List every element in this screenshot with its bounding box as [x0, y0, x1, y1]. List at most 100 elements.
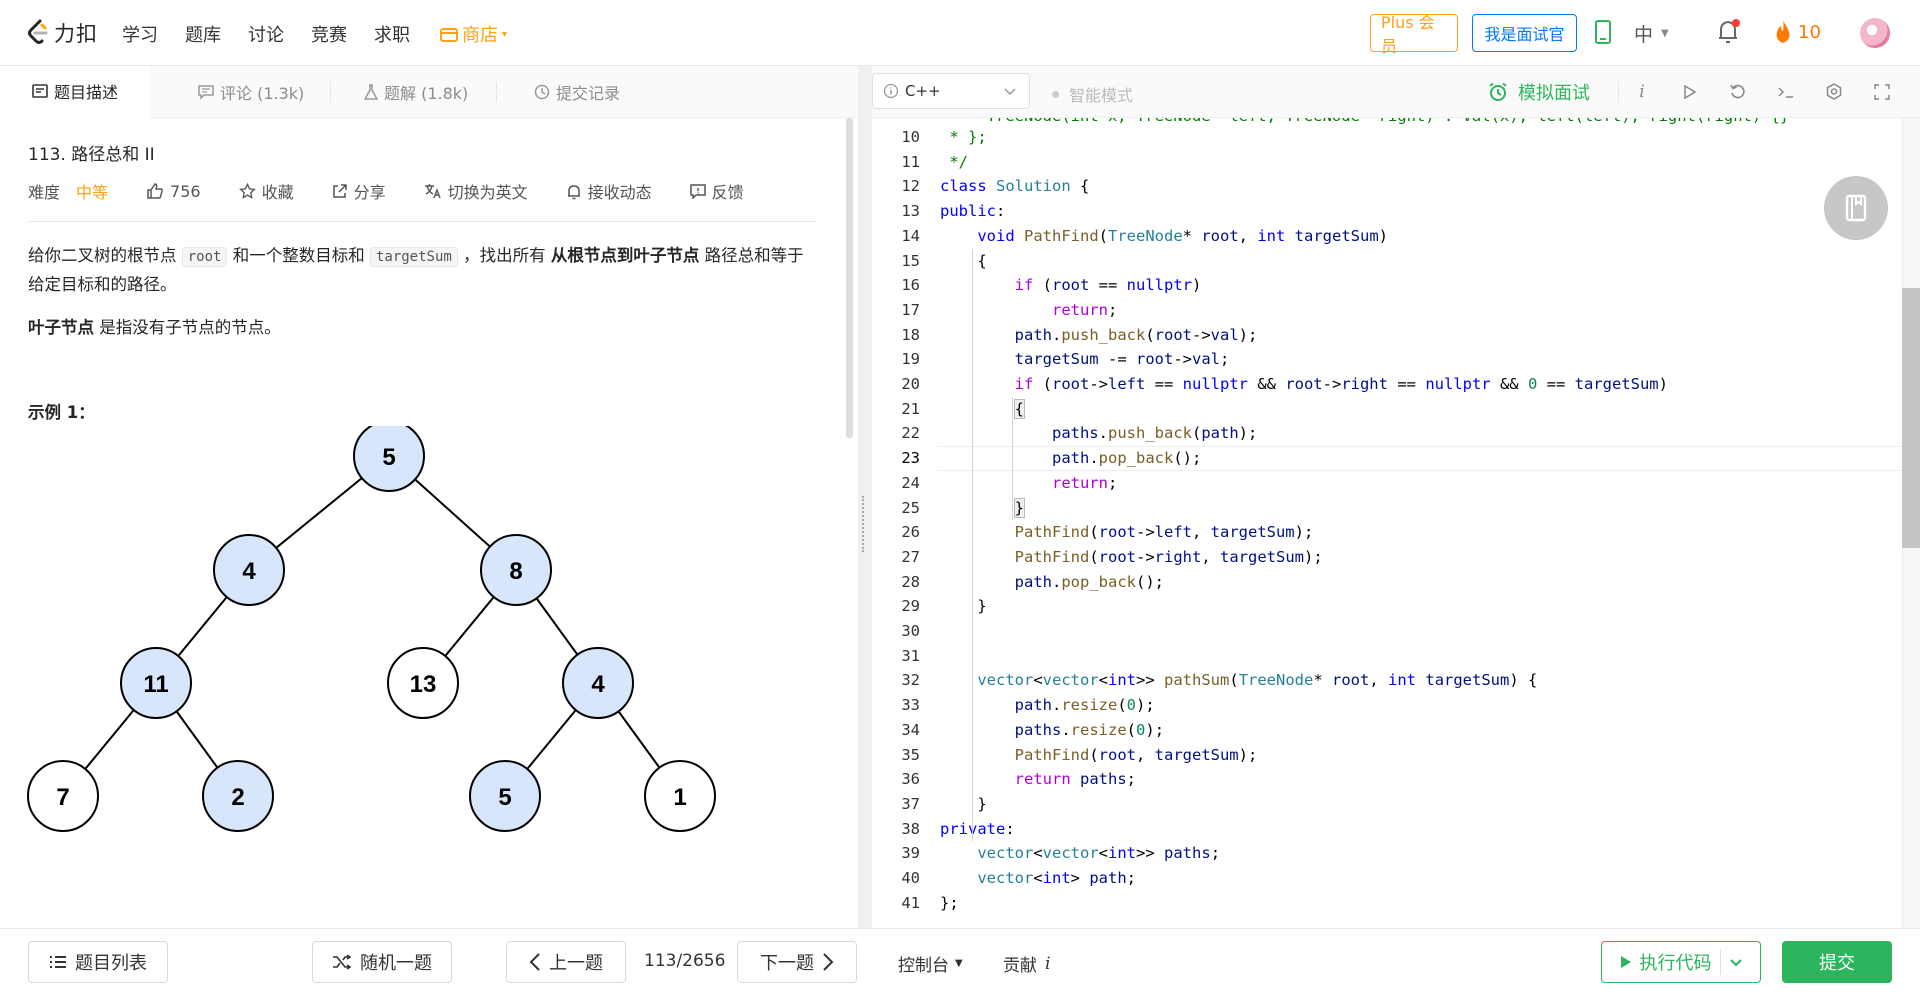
- fullscreen-icon[interactable]: [1870, 80, 1894, 104]
- translate-button[interactable]: 切换为英文: [424, 179, 528, 203]
- code-line[interactable]: return paths;: [940, 767, 1136, 792]
- problem-content: 113. 路径总和 II 难度 中等 756 收藏 分享 切换为英文 接收动态 …: [28, 140, 818, 357]
- play-icon: [1620, 956, 1631, 968]
- scrollbar[interactable]: [846, 118, 853, 438]
- run-code-button[interactable]: 执行代码: [1601, 941, 1761, 983]
- code-line[interactable]: return;: [940, 298, 1117, 323]
- tab-description[interactable]: 题目描述: [0, 66, 150, 118]
- nav-learn[interactable]: 学习: [122, 21, 158, 47]
- submit-button[interactable]: 提交: [1782, 941, 1892, 983]
- like-button[interactable]: 756: [146, 182, 201, 201]
- settings-icon[interactable]: [1822, 80, 1846, 104]
- logo[interactable]: 力扣: [26, 18, 98, 48]
- notebook-fab-button[interactable]: [1824, 176, 1888, 240]
- comment-icon: [198, 85, 214, 100]
- nav-shop[interactable]: 商店 ▾: [440, 21, 507, 47]
- console-toggle[interactable]: 控制台 ▼: [898, 951, 963, 976]
- tree-node: 5: [353, 426, 425, 492]
- problem-list-button[interactable]: 题目列表: [28, 941, 168, 983]
- code-line[interactable]: vector<vector<int>> pathSum(TreeNode* ro…: [940, 668, 1537, 693]
- line-number: 41: [901, 893, 920, 912]
- code-line[interactable]: }: [940, 792, 986, 817]
- favorite-button[interactable]: 收藏: [238, 179, 294, 203]
- nav-contest[interactable]: 竞赛: [311, 21, 347, 47]
- tree-node: 13: [387, 647, 459, 719]
- share-button[interactable]: 分享: [332, 179, 386, 203]
- code-line[interactable]: path.pop_back();: [940, 570, 1164, 595]
- smart-mode-toggle[interactable]: 智能模式: [1052, 82, 1133, 106]
- desc-text: 给你二叉树的根节点: [28, 246, 182, 265]
- tab-solutions[interactable]: 题解 (1.8k): [364, 66, 468, 118]
- interviewer-button[interactable]: 我是面试官: [1472, 14, 1577, 52]
- tree-node-label: 5: [382, 444, 395, 471]
- random-problem-button[interactable]: 随机一题: [312, 941, 452, 983]
- line-number: 20: [901, 375, 920, 393]
- code-line[interactable]: };: [940, 891, 959, 916]
- nav-jobs[interactable]: 求职: [374, 21, 410, 47]
- code-line[interactable]: * };: [940, 125, 986, 150]
- mock-interview-button[interactable]: 模拟面试: [1488, 79, 1590, 105]
- code-line[interactable]: class Solution {: [940, 174, 1089, 199]
- desc-text: 是指没有子节点的节点。: [94, 318, 281, 337]
- code-line[interactable]: if (root->left == nullptr && root->right…: [940, 372, 1668, 397]
- code-line[interactable]: path.push_back(root->val);: [940, 323, 1258, 348]
- next-problem-button[interactable]: 下一题: [737, 941, 857, 983]
- status-dot: [1052, 90, 1059, 98]
- prev-problem-button[interactable]: 上一题: [506, 941, 626, 983]
- language-toggle[interactable]: 中 ▼: [1634, 20, 1669, 47]
- code-line[interactable]: path.pop_back();: [940, 446, 1201, 471]
- info-italic-icon[interactable]: i: [1630, 80, 1654, 104]
- bell-icon: [567, 184, 580, 199]
- feedback-button[interactable]: 反馈: [689, 179, 744, 203]
- code-line[interactable]: vector<int> path;: [940, 866, 1136, 891]
- play-outline-icon[interactable]: [1678, 80, 1702, 104]
- problem-page-indicator: 113/2656: [644, 951, 726, 971]
- subscribe-button[interactable]: 接收动态: [566, 179, 652, 203]
- streak-counter[interactable]: 10: [1774, 20, 1821, 44]
- nav-problemset[interactable]: 题库: [185, 21, 221, 47]
- contribute-button[interactable]: 贡献 i: [1003, 951, 1050, 977]
- code-line[interactable]: {: [940, 249, 986, 274]
- fire-icon: [1776, 21, 1790, 43]
- mobile-app-icon[interactable]: [1594, 20, 1612, 44]
- code-editor[interactable]: TreeNode(int x, TreeNode *left, TreeNode…: [872, 118, 1920, 928]
- code-line[interactable]: paths.push_back(path);: [940, 421, 1257, 446]
- code-line[interactable]: */: [940, 150, 968, 175]
- code-line[interactable]: public:: [940, 199, 1005, 224]
- code-line[interactable]: paths.resize(0);: [940, 718, 1164, 743]
- code-line[interactable]: PathFind(root->right, targetSum);: [940, 545, 1323, 570]
- terminal-icon[interactable]: [1774, 80, 1798, 104]
- tab-comments[interactable]: 评论 (1.3k): [198, 66, 304, 118]
- line-number: 17: [901, 300, 920, 319]
- reset-icon[interactable]: [1726, 80, 1750, 104]
- panel-resizer[interactable]: [858, 66, 872, 928]
- tree-node-label: 2: [231, 784, 244, 811]
- code-line[interactable]: PathFind(root, targetSum);: [940, 743, 1258, 768]
- code-line[interactable]: void PathFind(TreeNode* root, int target…: [940, 224, 1388, 249]
- notification-bell-icon[interactable]: [1716, 18, 1742, 46]
- code-line[interactable]: if (root == nullptr): [940, 273, 1202, 298]
- feedback-label: 反馈: [711, 183, 744, 202]
- code-line[interactable]: vector<vector<int>> paths;: [940, 841, 1220, 866]
- code-line[interactable]: PathFind(root->left, targetSum);: [940, 520, 1314, 545]
- scrollbar-thumb[interactable]: [1902, 288, 1920, 548]
- line-number: 18: [901, 325, 920, 344]
- nav-discuss[interactable]: 讨论: [248, 21, 284, 47]
- tree-node: 7: [27, 760, 99, 832]
- code-line[interactable]: targetSum -= root->val;: [940, 347, 1230, 372]
- leetcode-logo-icon: [28, 19, 48, 44]
- language-select[interactable]: C++: [872, 73, 1030, 109]
- desc-bold: 叶子节点: [28, 318, 94, 337]
- tree-node: 2: [202, 760, 274, 832]
- chevron-down-icon[interactable]: [1729, 955, 1743, 969]
- line-number: 34: [901, 720, 920, 739]
- user-avatar[interactable]: [1860, 18, 1890, 48]
- code-line[interactable]: private:: [940, 817, 1015, 842]
- chevron-down-icon: [1004, 88, 1016, 96]
- code-line[interactable]: return;: [940, 471, 1117, 496]
- plus-membership-button[interactable]: Plus 会员: [1370, 13, 1458, 56]
- tab-submissions[interactable]: 提交记录: [534, 66, 620, 118]
- line-number: 27: [901, 547, 920, 566]
- prev-problem-label: 上一题: [549, 953, 603, 974]
- code-line[interactable]: }: [940, 594, 986, 619]
